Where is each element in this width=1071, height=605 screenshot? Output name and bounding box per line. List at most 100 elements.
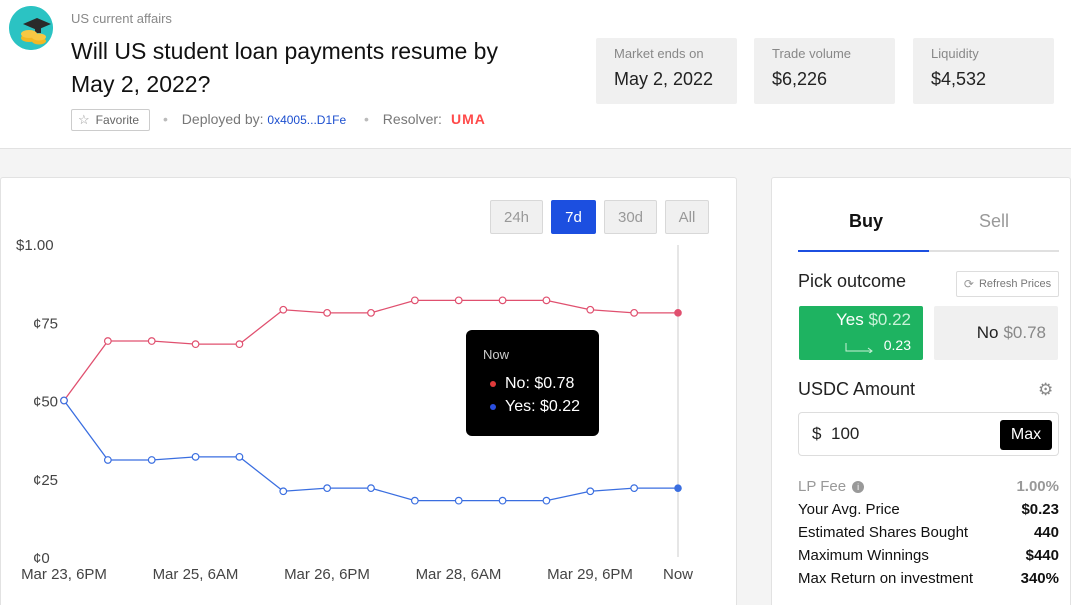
stat-value: May 2, 2022 <box>614 69 714 89</box>
x-tick-label: Mar 26, 6PM <box>284 566 370 583</box>
favorite-button[interactable]: ☆ Favorite <box>71 109 150 131</box>
data-point-no[interactable] <box>542 296 551 305</box>
stat-label: Market ends on <box>614 46 704 61</box>
refresh-icon: ⟳ <box>963 277 974 291</box>
avg-price-row: Your Avg. Price $0.23 <box>798 501 1059 518</box>
yes-main-text: Yes $0.22 <box>836 310 911 330</box>
data-point-yes[interactable] <box>410 496 419 505</box>
gear-icon[interactable]: ⚙ <box>1038 380 1053 400</box>
yes-price: $0.22 <box>868 310 911 329</box>
data-point-yes[interactable] <box>542 496 551 505</box>
data-point-yes[interactable] <box>60 396 68 405</box>
data-point-yes[interactable] <box>630 484 639 493</box>
data-point-no[interactable] <box>454 296 463 305</box>
data-point-no[interactable] <box>103 337 112 345</box>
max-winnings-label: Maximum Winnings <box>798 547 929 564</box>
market-title: Will US student loan payments resume by … <box>71 38 498 97</box>
price-line-chart[interactable]: $1.00 ¢75 ¢50 ¢25 ¢0 Mar 23, 6PM Mar 25, 6AM M… <box>0 177 737 605</box>
tooltip-no-row: No: $0.78 <box>490 375 574 393</box>
data-point-yes[interactable] <box>454 496 463 505</box>
deployed-label: Deployed by: <box>181 111 264 127</box>
usdc-amount-label: USDC Amount <box>798 379 916 399</box>
y-tick-label: $1.00 <box>16 237 54 254</box>
data-point-no[interactable] <box>323 308 332 317</box>
market-avatar <box>9 6 53 50</box>
resolver-label: Resolver: <box>382 111 442 127</box>
x-tick-label: Now <box>663 566 693 583</box>
stat-label: Trade volume <box>772 46 851 61</box>
x-tick-label: Mar 23, 6PM <box>21 566 107 583</box>
y-tick-label: ¢0 <box>33 550 50 567</box>
deployer-address-link[interactable]: 0x4005...D1Fe <box>267 113 346 127</box>
market-header: US current affairs Will US student loan … <box>0 0 1071 149</box>
stat-market-ends: Market ends on May 2, 2022 <box>596 38 737 104</box>
yes-new-price: 0.23 <box>883 337 911 353</box>
data-point-yes[interactable] <box>279 487 288 496</box>
avg-price-label: Your Avg. Price <box>798 501 900 518</box>
avg-price-value: $0.23 <box>1021 501 1059 518</box>
tooltip-title: Now <box>483 347 510 362</box>
tab-buy[interactable]: Buy <box>849 211 883 232</box>
tab-underline <box>798 250 1059 252</box>
star-icon: ☆ <box>78 112 90 127</box>
market-category[interactable]: US current affairs <box>71 11 172 26</box>
tooltip-no-text: No: $0.78 <box>505 375 575 392</box>
max-button[interactable]: Max <box>1000 420 1052 450</box>
data-point-no[interactable] <box>147 337 156 345</box>
data-point-yes[interactable] <box>147 456 156 464</box>
refresh-prices-button[interactable]: ⟳ Refresh Prices <box>956 271 1059 297</box>
info-icon[interactable]: i <box>852 481 865 493</box>
stat-value: $4,532 <box>931 69 987 89</box>
data-point-yes[interactable] <box>191 452 200 461</box>
data-point-no[interactable] <box>630 308 639 317</box>
data-point-yes[interactable] <box>498 496 507 505</box>
currency-symbol: $ <box>812 424 822 443</box>
shares-value: 440 <box>1033 524 1059 541</box>
y-tick-label: ¢50 <box>33 394 58 411</box>
data-point-no[interactable] <box>586 305 595 314</box>
lp-fee-label: LP Fee <box>798 478 847 495</box>
data-point-yes[interactable] <box>674 484 682 492</box>
tooltip-yes-text: Yes: $0.22 <box>505 398 581 415</box>
max-return-label: Max Return on investment <box>798 570 974 587</box>
max-return-value: 340% <box>1020 570 1059 587</box>
x-tick-label: Mar 29, 6PM <box>547 566 633 583</box>
data-point-no[interactable] <box>498 296 507 305</box>
stat-liquidity: Liquidity $4,532 <box>913 38 1054 104</box>
stat-value: $6,226 <box>772 69 828 89</box>
data-point-no[interactable] <box>367 308 375 317</box>
data-point-yes[interactable] <box>235 452 244 461</box>
amount-input-box[interactable]: $ 100 Max <box>798 412 1059 456</box>
pick-outcome-label: Pick outcome <box>798 271 907 291</box>
no-price: $0.78 <box>1003 323 1046 342</box>
refresh-label: Refresh Prices <box>978 278 1052 290</box>
outcome-no-button[interactable]: No $0.78 <box>934 306 1058 360</box>
deployer-info: • Deployed by: 0x4005...D1Fe <box>163 111 347 127</box>
shares-label: Estimated Shares Bought <box>798 524 969 541</box>
resolver-info: • Resolver: <box>364 111 442 127</box>
data-point-no[interactable] <box>279 305 288 314</box>
tab-sell[interactable]: Sell <box>979 211 1009 232</box>
data-point-no[interactable] <box>674 309 682 317</box>
max-winnings-value: $440 <box>1025 547 1059 564</box>
stat-trade-volume: Trade volume $6,226 <box>754 38 895 104</box>
x-tick-label: Mar 28, 6AM <box>416 566 502 583</box>
data-point-yes[interactable] <box>586 487 595 496</box>
outcome-yes-button[interactable]: Yes $0.22 0.23 <box>799 306 923 360</box>
data-point-no[interactable] <box>235 340 244 349</box>
active-tab-indicator <box>798 250 929 252</box>
data-point-no[interactable] <box>191 340 200 349</box>
max-return-row: Max Return on investment 340% <box>798 570 1059 587</box>
shares-row: Estimated Shares Bought 440 <box>798 524 1059 541</box>
data-point-yes[interactable] <box>103 456 112 464</box>
data-point-no[interactable] <box>410 296 419 305</box>
data-point-yes[interactable] <box>367 484 375 493</box>
no-label: No <box>976 323 999 342</box>
x-tick-label: Mar 25, 6AM <box>153 566 239 583</box>
tooltip-yes-row: Yes: $0.22 <box>490 398 580 416</box>
uma-logo[interactable]: UMA <box>451 111 486 127</box>
amount-input[interactable]: 100 <box>831 424 859 444</box>
stat-label: Liquidity <box>931 46 979 61</box>
data-point-yes[interactable] <box>323 484 332 493</box>
graduation-coins-icon <box>9 6 53 50</box>
